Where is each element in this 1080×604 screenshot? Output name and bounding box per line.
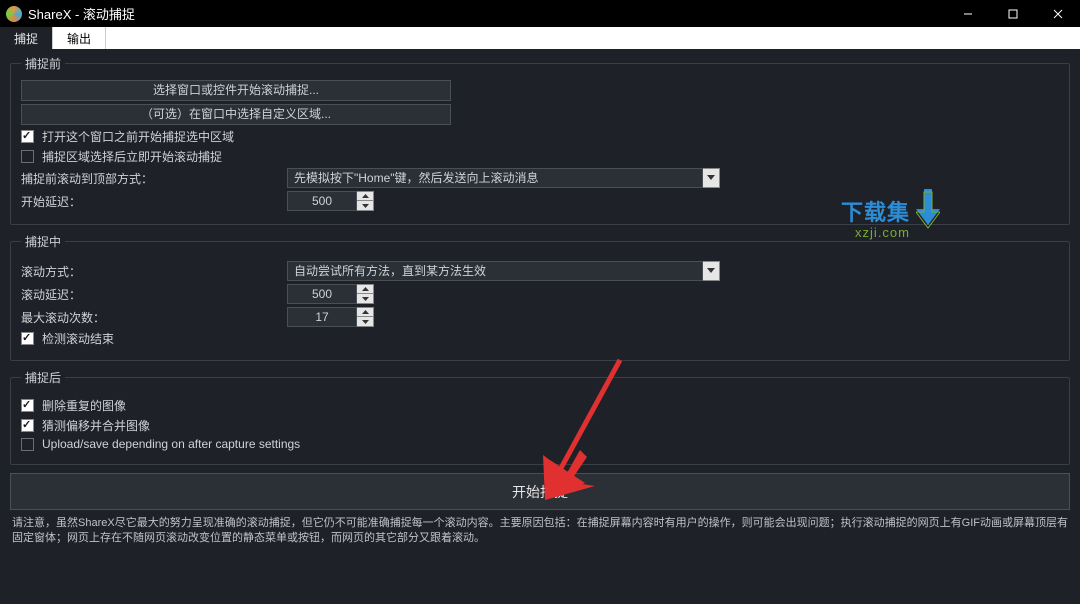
spinner-start-delay-value[interactable]: 500 [287, 191, 357, 211]
label-detect-scroll-end: 检测滚动结束 [42, 330, 114, 347]
label-remove-duplicates: 删除重复的图像 [42, 397, 126, 414]
select-scroll-method[interactable]: 自动尝试所有方法，直到某方法生效 [287, 261, 720, 281]
checkbox-start-after-region[interactable] [21, 150, 34, 163]
label-scroll-top-method: 捕捉前滚动到顶部方式： [21, 170, 287, 187]
checkbox-detect-scroll-end[interactable] [21, 332, 34, 345]
legend-after: 捕捉后 [21, 369, 65, 386]
note-text: 请注意，虽然ShareX尽它最大的努力呈现准确的滚动捕捉，但它仍不可能准确捕捉每… [10, 516, 1070, 546]
group-during-capture: 捕捉中 滚动方式： 自动尝试所有方法，直到某方法生效 滚动延迟： 500 最大滚… [10, 233, 1070, 361]
minimize-button[interactable] [945, 0, 990, 27]
label-start-after-region: 捕捉区域选择后立即开始滚动捕捉 [42, 148, 222, 165]
select-scroll-top-value: 先模拟按下"Home"键，然后发送向上滚动消息 [287, 168, 703, 188]
spinner-scroll-delay-value[interactable]: 500 [287, 284, 357, 304]
spinner-down-icon[interactable] [357, 201, 374, 211]
dropdown-icon[interactable] [703, 168, 720, 188]
label-scroll-delay: 滚动延迟： [21, 286, 287, 303]
label-scroll-method: 滚动方式： [21, 263, 287, 280]
spinner-down-icon[interactable] [357, 294, 374, 304]
label-upload-save: Upload/save depending on after capture s… [42, 437, 300, 451]
select-scroll-top-method[interactable]: 先模拟按下"Home"键，然后发送向上滚动消息 [287, 168, 720, 188]
label-start-delay: 开始延迟： [21, 193, 287, 210]
tabbar: 捕捉 输出 [0, 27, 1080, 49]
select-region-button[interactable]: （可选）在窗口中选择自定义区域... [21, 104, 451, 125]
legend-during: 捕捉中 [21, 233, 65, 250]
tab-output[interactable]: 输出 [53, 27, 106, 49]
maximize-button[interactable] [990, 0, 1035, 27]
label-open-window-before: 打开这个窗口之前开始捕捉选中区域 [42, 128, 234, 145]
group-after-capture: 捕捉后 删除重复的图像 猜测偏移并合并图像 Upload/save depend… [10, 369, 1070, 465]
select-window-button[interactable]: 选择窗口或控件开始滚动捕捉... [21, 80, 451, 101]
checkbox-open-window-before[interactable] [21, 130, 34, 143]
label-guess-offset: 猜测偏移并合并图像 [42, 417, 150, 434]
spinner-max-scroll-value[interactable]: 17 [287, 307, 357, 327]
dropdown-icon[interactable] [703, 261, 720, 281]
spinner-up-icon[interactable] [357, 191, 374, 201]
checkbox-remove-duplicates[interactable] [21, 399, 34, 412]
window-title: ShareX - 滚动捕捉 [28, 4, 135, 23]
group-before-capture: 捕捉前 选择窗口或控件开始滚动捕捉... （可选）在窗口中选择自定义区域... … [10, 55, 1070, 225]
window-controls [945, 0, 1080, 27]
checkbox-upload-save[interactable] [21, 438, 34, 451]
legend-before: 捕捉前 [21, 55, 65, 72]
spinner-down-icon[interactable] [357, 317, 374, 327]
close-button[interactable] [1035, 0, 1080, 27]
spinner-up-icon[interactable] [357, 284, 374, 294]
spinner-start-delay[interactable]: 500 [287, 191, 374, 211]
titlebar: ShareX - 滚动捕捉 [0, 0, 1080, 27]
spinner-max-scroll[interactable]: 17 [287, 307, 374, 327]
checkbox-guess-offset[interactable] [21, 419, 34, 432]
select-scroll-method-value: 自动尝试所有方法，直到某方法生效 [287, 261, 703, 281]
tab-capture[interactable]: 捕捉 [0, 27, 53, 49]
label-max-scroll: 最大滚动次数： [21, 309, 287, 326]
spinner-up-icon[interactable] [357, 307, 374, 317]
spinner-scroll-delay[interactable]: 500 [287, 284, 374, 304]
start-capture-button[interactable]: 开始捕捉 [10, 473, 1070, 510]
app-icon [6, 6, 22, 22]
